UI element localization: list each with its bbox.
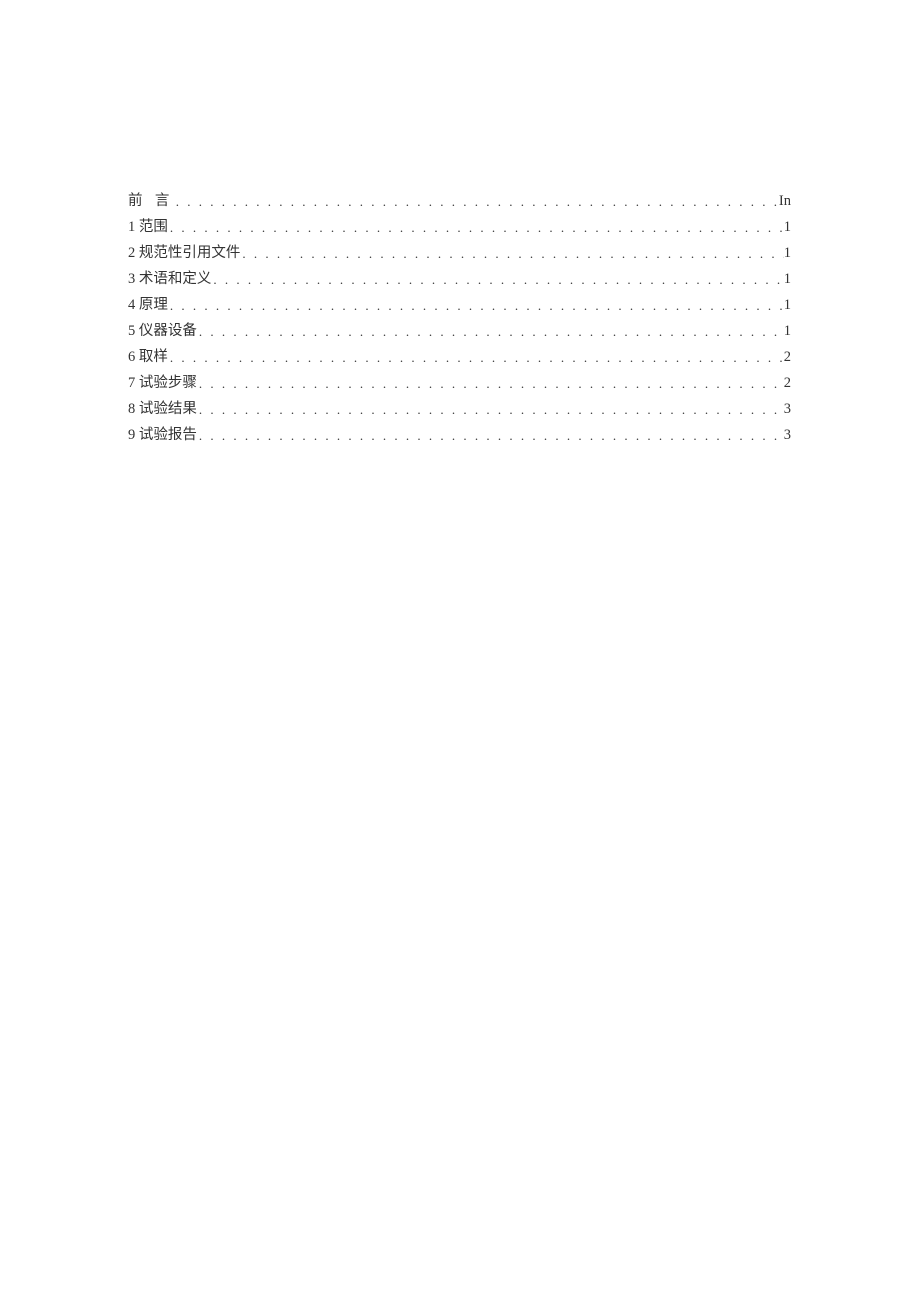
toc-entry: 7 试验步骤 2 (128, 370, 791, 396)
toc-entry-title: 5 仪器设备 (128, 318, 197, 344)
toc-dots (197, 319, 784, 345)
toc-entry-title: 2 规范性引用文件 (128, 240, 240, 266)
toc-dots (168, 293, 784, 319)
toc-entry-page: 2 (784, 344, 791, 370)
toc-entry-page: 1 (784, 240, 791, 266)
toc-dots (240, 241, 783, 267)
toc-dots (211, 267, 783, 293)
toc-entry-title: 6 取样 (128, 344, 168, 370)
toc-entry-title: 3 术语和定义 (128, 266, 211, 292)
toc-entry-page: 1 (784, 214, 791, 240)
toc-entry: 3 术语和定义 1 (128, 266, 791, 292)
toc-entry-title: 8 试验结果 (128, 396, 197, 422)
toc-entry-page: 3 (784, 422, 791, 448)
toc-entry: 9 试验报告 3 (128, 422, 791, 448)
toc-dots (168, 345, 784, 371)
toc-entry-page: In (779, 188, 791, 214)
toc-entry: 前 言 In (128, 188, 791, 214)
toc-entry: 8 试验结果 3 (128, 396, 791, 422)
toc-entry-page: 3 (784, 396, 791, 422)
table-of-contents: 前 言 In 1 范围 1 2 规范性引用文件 1 3 术语和定义 1 4 原理… (128, 188, 791, 448)
toc-entry-page: 1 (784, 292, 791, 318)
toc-entry: 4 原理 1 (128, 292, 791, 318)
toc-entry: 2 规范性引用文件 1 (128, 240, 791, 266)
toc-dots (174, 189, 779, 215)
toc-dots (197, 397, 784, 423)
toc-entry-title: 1 范围 (128, 214, 168, 240)
toc-entry-page: 1 (784, 318, 791, 344)
toc-dots (197, 371, 784, 397)
toc-dots (197, 423, 784, 449)
toc-entry-title: 4 原理 (128, 292, 168, 318)
toc-entry-title: 前 言 (128, 188, 174, 214)
toc-entry: 1 范围 1 (128, 214, 791, 240)
toc-entry-title: 7 试验步骤 (128, 370, 197, 396)
toc-dots (168, 215, 784, 241)
toc-entry-page: 1 (784, 266, 791, 292)
toc-entry: 5 仪器设备 1 (128, 318, 791, 344)
toc-entry: 6 取样 2 (128, 344, 791, 370)
toc-entry-title: 9 试验报告 (128, 422, 197, 448)
toc-entry-page: 2 (784, 370, 791, 396)
